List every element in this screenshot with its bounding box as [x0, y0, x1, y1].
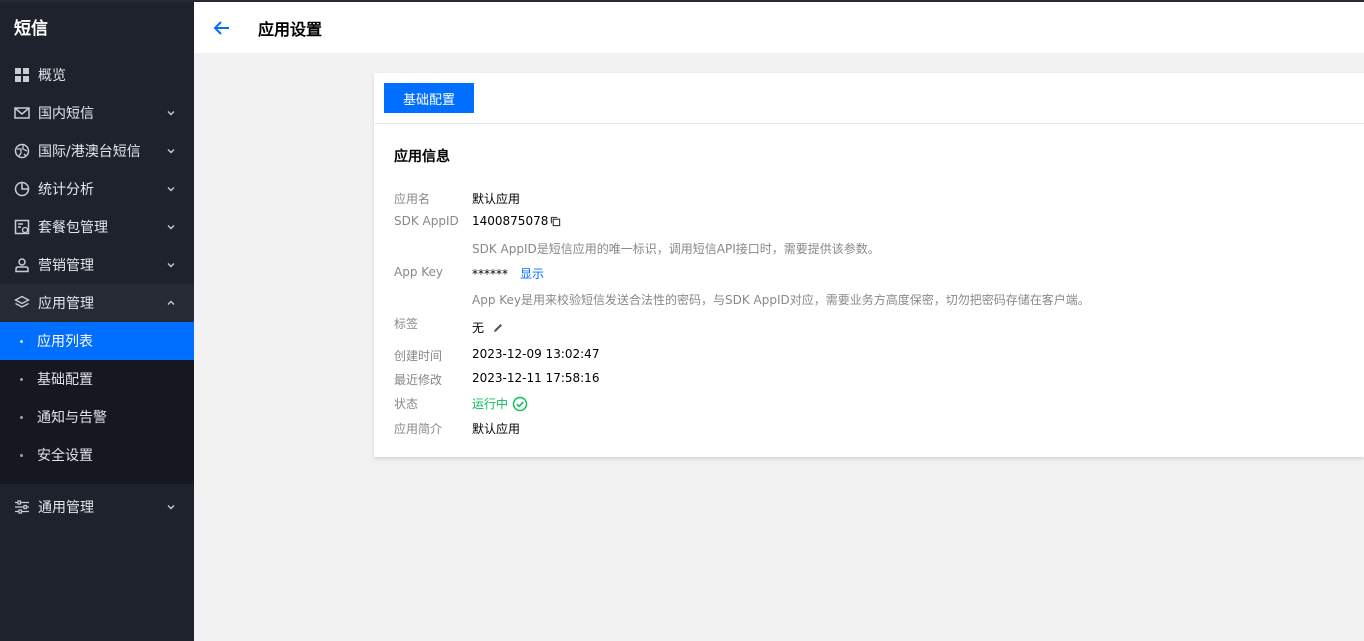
modified-label: 最近修改 [394, 373, 443, 387]
chevron-down-icon [167, 225, 175, 230]
show-key-link[interactable]: 显示 [520, 265, 544, 282]
sidebar-subitem-label: 安全设置 [37, 448, 93, 464]
status-badge: 运行中 [472, 397, 509, 411]
pie-chart-icon [14, 181, 30, 197]
sidebar-item-label: 应用管理 [38, 296, 94, 312]
sidebar-item-overview[interactable]: 概览 [0, 56, 194, 94]
sidebar-item-label: 国内短信 [38, 106, 94, 122]
edit-pencil-icon[interactable] [492, 322, 504, 334]
page-title: 应用设置 [258, 19, 323, 39]
sidebar-item-packages[interactable]: 套餐包管理 [0, 208, 194, 246]
sidebar-item-label: 通用管理 [38, 500, 94, 516]
sidebar-subitem-label: 应用列表 [37, 334, 93, 350]
chevron-up-icon [167, 300, 175, 305]
sidebar-item-app-management[interactable]: 应用管理 [0, 284, 194, 322]
tab-basic-config[interactable]: 基础配置 [384, 83, 474, 113]
sidebar: 短信 概览 国内短信 国际/港澳台短信 统计分析 套餐包管理 营销管理 应用管理… [0, 2, 194, 641]
sidebar-item-label: 国际/港澳台短信 [38, 144, 141, 160]
chevron-down-icon [167, 149, 175, 154]
chevron-down-icon [167, 505, 175, 510]
tag-row: 无 [472, 319, 504, 336]
layers-icon [14, 295, 30, 311]
tag-value: 无 [472, 321, 485, 335]
sidebar-item-international-sms[interactable]: 国际/港澳台短信 [0, 132, 194, 170]
sidebar-item-statistics[interactable]: 统计分析 [0, 170, 194, 208]
bullet-dot-icon [20, 415, 23, 419]
sidebar-subitem-basic-config[interactable]: 基础配置 [0, 360, 194, 398]
sidebar-subitem-security[interactable]: 安全设置 [0, 436, 194, 474]
package-icon [14, 219, 30, 235]
sidebar-subitem-notifications[interactable]: 通知与告警 [0, 398, 194, 436]
chevron-down-icon [167, 187, 175, 192]
sidebar-brand: 短信 [14, 19, 48, 39]
chevron-down-icon [167, 111, 175, 116]
bullet-dot-icon [20, 377, 23, 381]
modified-value: 2023-12-11 17:58:16 [472, 371, 600, 385]
intro-value: 默认应用 [472, 422, 521, 436]
sidebar-item-label: 套餐包管理 [38, 220, 108, 236]
sidebar-subitem-app-list[interactable]: 应用列表 [0, 322, 194, 360]
bullet-dot-icon [20, 453, 23, 457]
sdk-appid-value: 1400875078 [472, 214, 549, 228]
page-header: 应用设置 [194, 2, 1364, 53]
app-key-hint: App Key是用来校验短信发送合法性的密码，与SDK AppID对应，需要业务… [472, 293, 1090, 307]
sidebar-item-general-management[interactable]: 通用管理 [0, 488, 194, 526]
sdk-appid-hint: SDK AppID是短信应用的唯一标识，调用短信API接口时，需要提供该参数。 [472, 242, 880, 256]
globe-icon [14, 143, 30, 159]
sidebar-item-marketing[interactable]: 营销管理 [0, 246, 194, 284]
grid-icon [14, 67, 30, 83]
back-arrow-icon[interactable] [212, 18, 232, 38]
sidebar-subitem-label: 通知与告警 [37, 410, 107, 426]
user-icon [14, 257, 30, 273]
sidebar-subitem-label: 基础配置 [37, 372, 93, 388]
sdk-appid-label: SDK AppID [394, 214, 459, 228]
created-value: 2023-12-09 13:02:47 [472, 347, 600, 361]
app-key-label: App Key [394, 265, 444, 279]
app-key-row: ****** 显示 [472, 265, 544, 282]
mail-icon [14, 105, 30, 121]
app-name-label: 应用名 [394, 192, 431, 206]
status-row: 运行中 [472, 395, 528, 412]
copy-icon[interactable] [550, 216, 561, 227]
section-title: 应用信息 [394, 149, 450, 165]
status-label: 状态 [394, 397, 419, 411]
created-label: 创建时间 [394, 349, 443, 363]
intro-label: 应用简介 [394, 422, 443, 436]
sliders-icon [14, 499, 30, 515]
sidebar-item-label: 营销管理 [38, 258, 94, 274]
app-key-value: ****** [472, 266, 508, 281]
sidebar-item-label: 统计分析 [38, 182, 94, 198]
app-info-card: 基础配置 应用信息 应用名 默认应用 SDK AppID 1400875078 … [374, 73, 1364, 457]
chevron-down-icon [167, 263, 175, 268]
tag-label: 标签 [394, 317, 419, 331]
bullet-dot-icon [20, 339, 23, 343]
app-name-value: 默认应用 [472, 192, 521, 206]
sidebar-item-domestic-sms[interactable]: 国内短信 [0, 94, 194, 132]
check-circle-icon [512, 396, 528, 412]
sdk-appid-row: 1400875078 [472, 214, 561, 228]
sidebar-submenu-app-management: 应用列表 基础配置 通知与告警 安全设置 [0, 322, 194, 484]
sidebar-item-label: 概览 [38, 68, 66, 84]
divider [374, 123, 1364, 124]
